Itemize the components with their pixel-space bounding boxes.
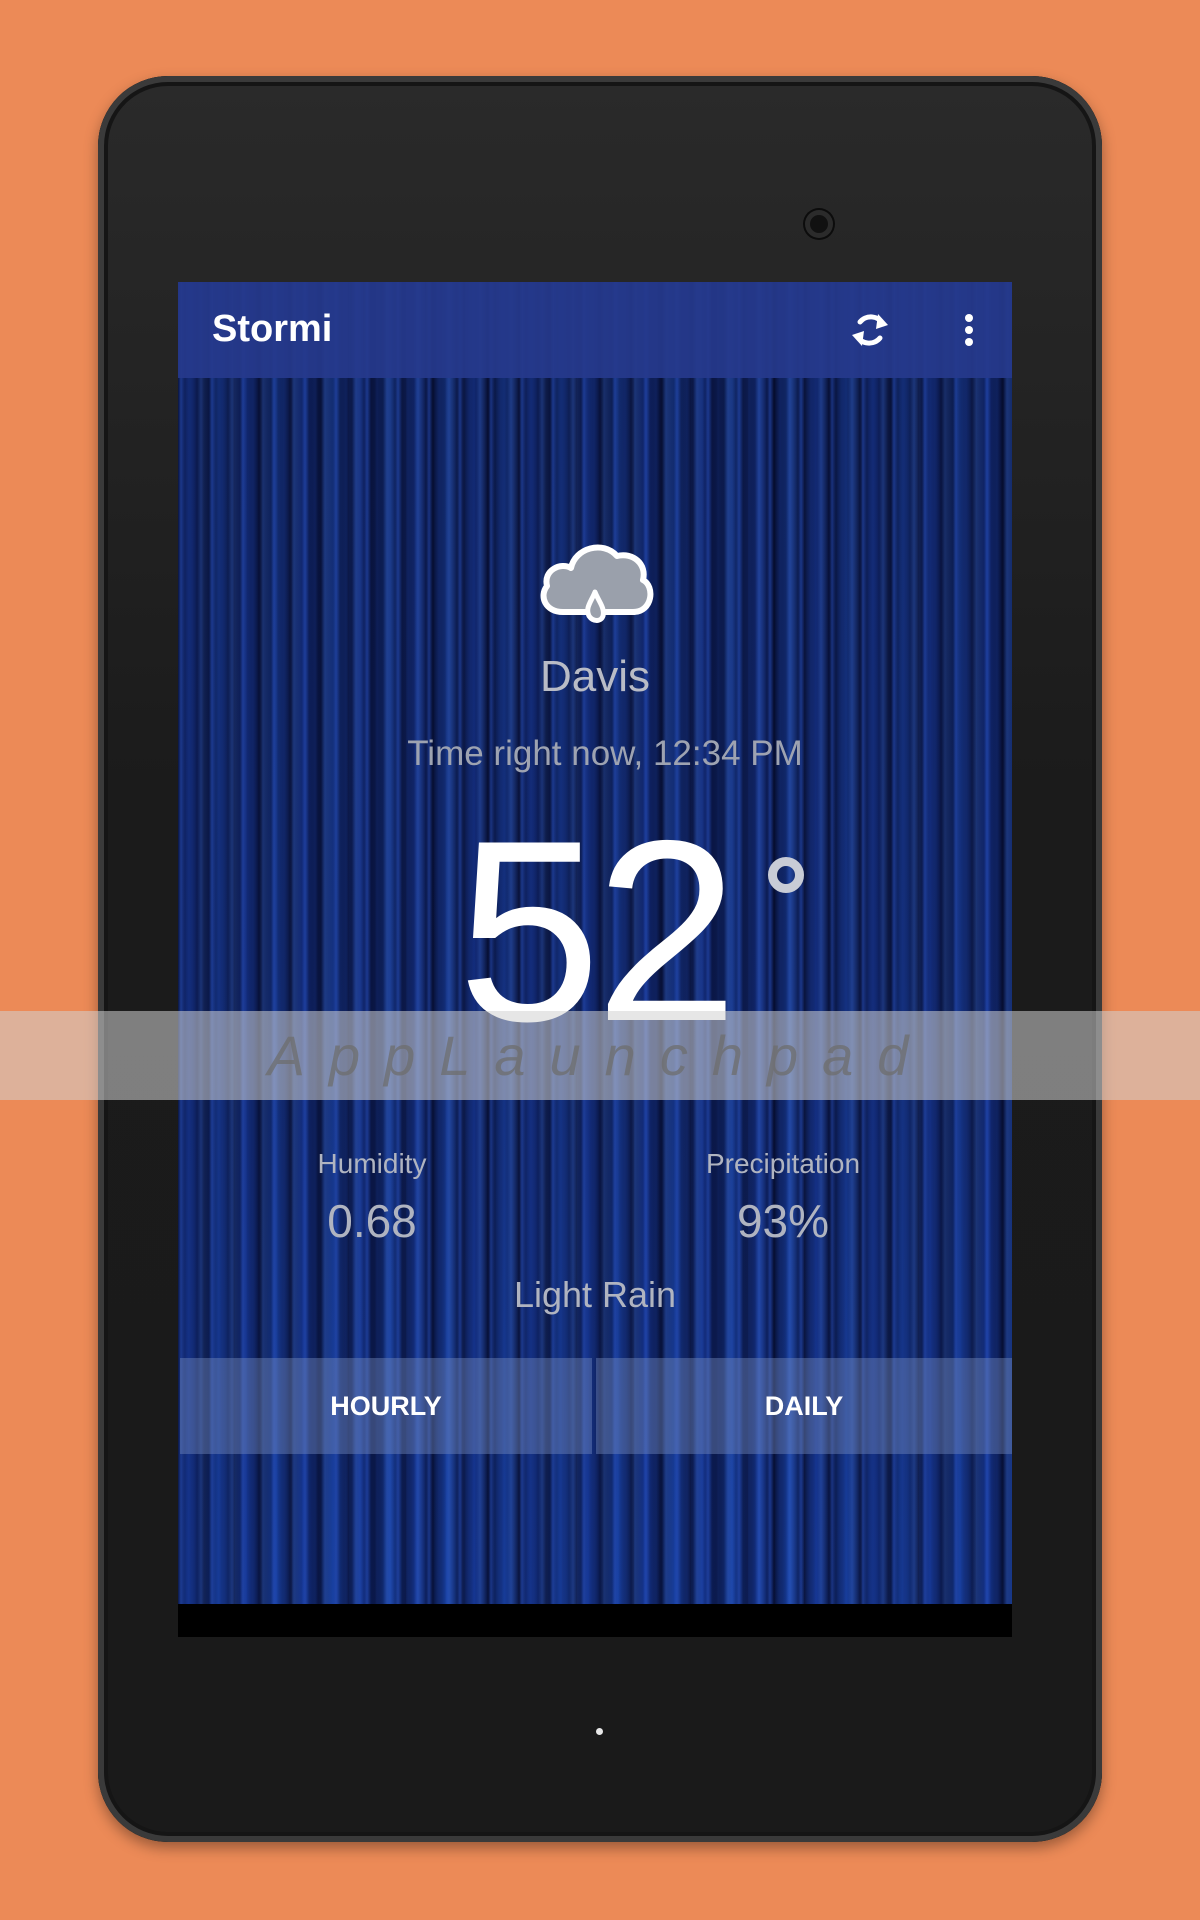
precipitation-label: Precipitation <box>705 1148 861 1179</box>
more-vert-dot <box>965 338 973 346</box>
humidity-value: 0.68 <box>327 1195 417 1247</box>
degree-icon <box>768 857 804 893</box>
camera-icon <box>805 210 833 238</box>
app-bar: Stormi <box>178 282 1012 378</box>
precipitation-value: 93% <box>736 1195 830 1247</box>
refresh-icon <box>852 314 888 346</box>
humidity-label: Humidity <box>317 1148 427 1179</box>
current-time: Time right now, 12:34 PM <box>407 734 803 773</box>
hourly-button[interactable]: HOURLY <box>180 1358 592 1454</box>
app-screen: Stormi Davis Time right now, 12:34 PM 52… <box>178 282 1012 1637</box>
daily-button[interactable]: DAILY <box>596 1358 1012 1454</box>
watermark-banner: AppLaunchpad <box>0 1011 1200 1100</box>
cloud-rain-icon <box>540 544 654 623</box>
overflow-menu-button[interactable] <box>948 300 988 360</box>
app-title: Stormi <box>212 308 333 350</box>
weather-summary: Light Rain <box>513 1274 677 1315</box>
home-indicator <box>596 1728 603 1735</box>
more-vert-dot <box>965 326 973 334</box>
nav-bar <box>178 1604 1012 1637</box>
more-vert-icon <box>965 314 973 322</box>
city-name: Davis <box>539 652 651 701</box>
refresh-button[interactable] <box>840 300 900 360</box>
